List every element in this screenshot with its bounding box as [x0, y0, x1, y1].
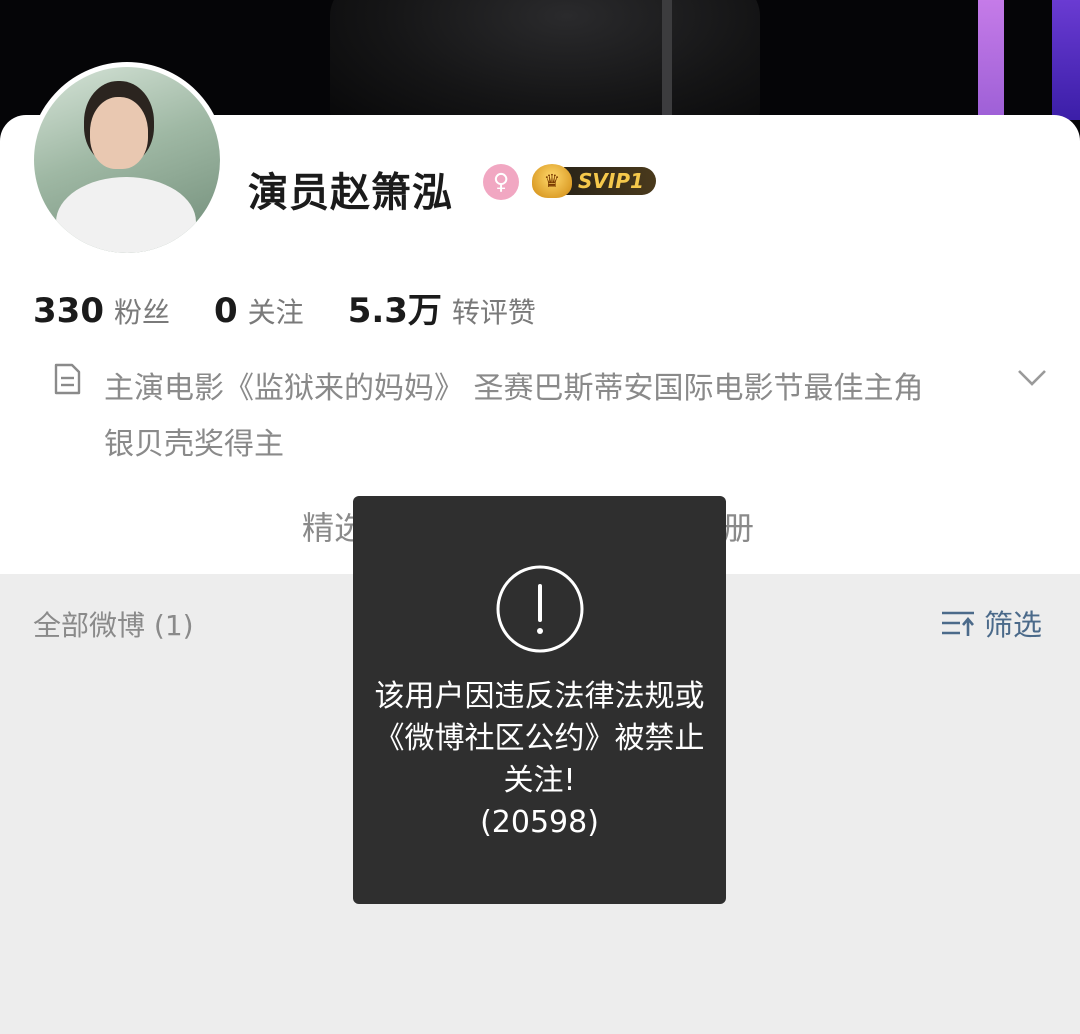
chevron-down-icon[interactable] [1016, 367, 1048, 389]
filter-icon [942, 611, 974, 636]
toast-message: 该用户因违反法律法规或《微博社区公约》被禁止关注! [374, 679, 705, 798]
svip-badge[interactable]: ♛ SVIP1 [532, 164, 656, 198]
engagement-label: 转评赞 [451, 296, 536, 329]
profile-bio: 主演电影《监狱来的妈妈》 圣赛巴斯蒂安国际电影节最佳主角银贝壳奖得主 [104, 371, 924, 462]
filter-label: 筛选 [984, 608, 1043, 642]
avatar-head [90, 97, 148, 169]
exclamation-circle-icon [496, 565, 584, 653]
followers-label[interactable]: 粉丝 [114, 291, 170, 331]
female-icon: ♀ [483, 164, 519, 200]
document-icon [54, 363, 81, 395]
profile-stats: 330 粉丝 0 关注 5.3万 转评赞 [33, 283, 580, 332]
profile-name: 演员赵箫泓 [248, 170, 453, 216]
avatar-photo [34, 67, 220, 253]
following-count[interactable]: 0 [214, 291, 238, 331]
followers-count[interactable]: 330 [33, 291, 104, 331]
following-label[interactable]: 关注 [248, 291, 304, 331]
crown-icon: ♛ [532, 164, 572, 198]
cover-stage-light [1052, 0, 1080, 120]
avatar[interactable] [29, 62, 225, 258]
cover-stage-light [978, 0, 1004, 120]
filter-button[interactable]: 筛选 [940, 602, 1042, 644]
engagement-count: 5.3万 [347, 291, 442, 331]
weibo-count-label: 全部微博 (1) [33, 609, 194, 642]
cover-performer-figure [330, 0, 760, 130]
avatar-body [56, 177, 196, 253]
cover-mic-stand [662, 0, 672, 115]
error-toast: 该用户因违反法律法规或《微博社区公约》被禁止关注! (20598) [353, 496, 726, 904]
toast-error-code: (20598) [480, 805, 599, 840]
svip-label: SVIP1 [564, 167, 656, 195]
